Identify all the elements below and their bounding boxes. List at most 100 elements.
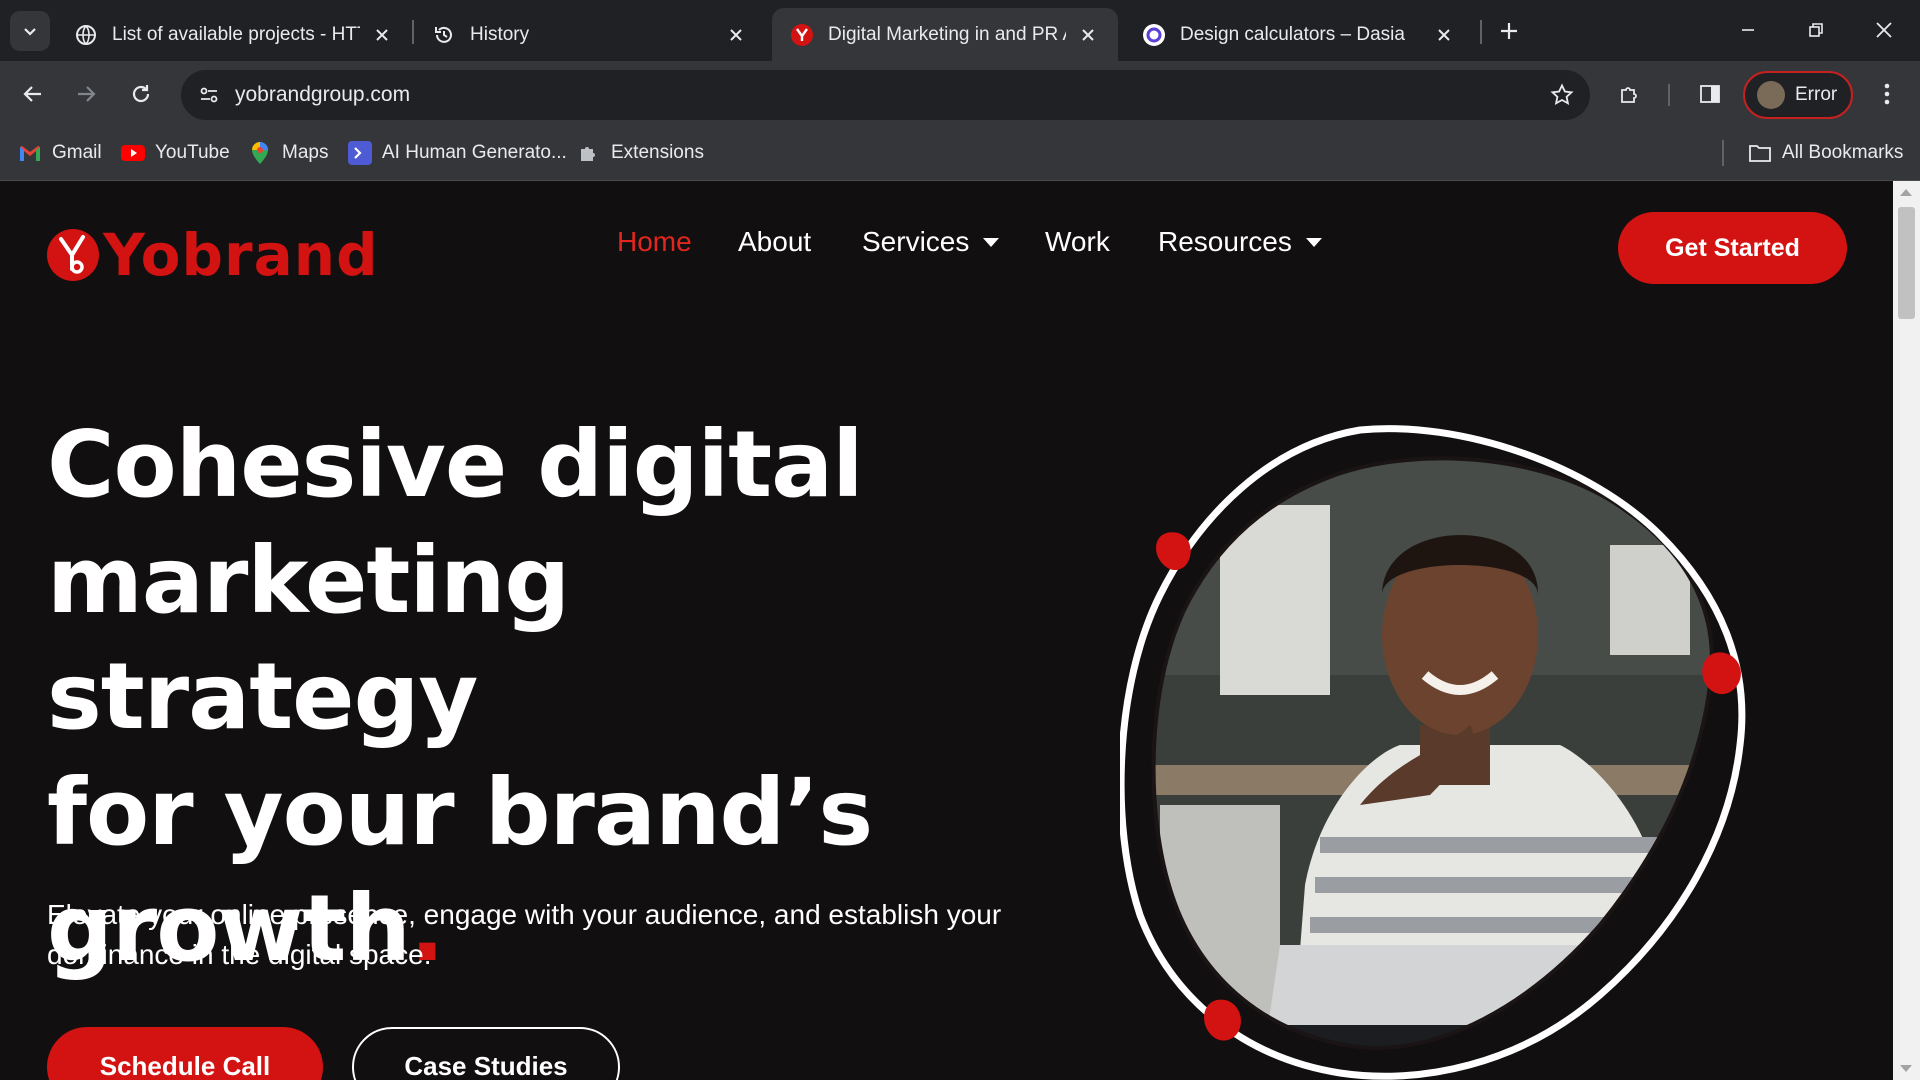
puzzle-icon xyxy=(1621,87,1637,103)
chevron-down-icon xyxy=(24,28,36,36)
nav-resources[interactable]: Resources xyxy=(1158,226,1322,258)
dasia-favicon xyxy=(1142,23,1166,47)
get-started-button[interactable]: Get Started xyxy=(1618,212,1847,284)
avatar xyxy=(1757,81,1785,109)
url-text[interactable]: yobrandgroup.com xyxy=(235,83,410,107)
ai-generator-icon xyxy=(348,141,372,165)
hero-subtitle-line: dominance in the digital space. xyxy=(47,939,432,970)
back-button[interactable] xyxy=(14,75,52,113)
nav-label: Home xyxy=(617,226,692,257)
nav-label: Services xyxy=(862,226,970,257)
bookmarks-bar: Gmail YouTube Maps AI Human Generato... … xyxy=(0,126,1920,181)
nav-label: Work xyxy=(1045,226,1110,257)
side-panel-button[interactable] xyxy=(1691,75,1729,113)
hero-subtitle-line: Elevate your online presence, engage wit… xyxy=(47,899,1002,930)
tab-yobrand[interactable]: Digital Marketing in and PR Age xyxy=(772,8,1118,61)
tab-history[interactable]: History xyxy=(414,8,766,61)
scroll-up-arrow-icon[interactable] xyxy=(1900,189,1912,196)
nav-about[interactable]: About xyxy=(738,226,811,258)
folder-icon xyxy=(1748,141,1772,165)
bookmark-maps[interactable]: Maps xyxy=(248,139,328,167)
restore-icon xyxy=(1809,23,1823,37)
scrollbar-thumb[interactable] xyxy=(1898,207,1915,319)
hero-title-line: for your brand’s xyxy=(47,759,873,866)
maps-icon xyxy=(248,141,272,165)
reload-button[interactable] xyxy=(122,75,160,113)
bookmark-label: YouTube xyxy=(155,142,230,163)
all-bookmarks-label: All Bookmarks xyxy=(1782,142,1904,163)
side-panel-icon xyxy=(1700,85,1720,103)
puzzle-icon xyxy=(577,141,601,165)
red-accent-dot xyxy=(1204,999,1241,1041)
close-icon xyxy=(1876,22,1892,38)
site-logo[interactable]: Yobrand xyxy=(47,221,379,289)
forward-button[interactable] xyxy=(67,75,105,113)
bookmark-gmail[interactable]: Gmail xyxy=(18,139,102,167)
hero-title-line: Cohesive digital xyxy=(47,411,864,518)
bookmark-label: AI Human Generato... xyxy=(382,142,567,163)
page-scrollbar[interactable] xyxy=(1893,181,1920,1080)
bookmark-label: Maps xyxy=(282,142,329,163)
scroll-down-arrow-icon[interactable] xyxy=(1900,1065,1912,1072)
logo-mark-icon xyxy=(47,229,99,281)
red-accent-dot xyxy=(1156,532,1191,571)
profile-button[interactable]: Error xyxy=(1743,71,1853,119)
globe-icon xyxy=(74,23,98,47)
site-info-icon[interactable] xyxy=(191,77,227,113)
toolbar-divider xyxy=(1668,84,1670,106)
photo-woman-with-laptop xyxy=(1153,458,1712,1048)
caret-down-icon xyxy=(983,237,1000,247)
reload-icon xyxy=(132,85,150,103)
tab-search-button[interactable] xyxy=(10,11,50,51)
bookmark-label: Extensions xyxy=(611,142,704,163)
address-bar[interactable]: yobrandgroup.com xyxy=(181,70,1590,120)
schedule-call-button[interactable]: Schedule Call xyxy=(47,1027,323,1080)
nav-label: Resources xyxy=(1158,226,1292,257)
bookmark-extensions[interactable]: Extensions xyxy=(577,139,704,167)
gmail-icon xyxy=(18,141,42,165)
bookmark-youtube[interactable]: YouTube xyxy=(121,139,230,167)
case-studies-button[interactable]: Case Studies xyxy=(352,1027,620,1080)
bookmarks-separator xyxy=(1722,140,1724,166)
tab-httrack[interactable]: List of available projects - HTTra xyxy=(56,8,412,61)
bookmark-star-icon[interactable] xyxy=(1548,81,1576,109)
tab-dasia[interactable]: Design calculators – Dasia xyxy=(1124,8,1474,61)
minimize-icon xyxy=(1742,29,1754,31)
nav-home[interactable]: Home xyxy=(617,226,692,258)
caret-down-icon xyxy=(1305,237,1322,247)
menu-button[interactable] xyxy=(1868,75,1906,113)
close-window-button[interactable] xyxy=(1864,12,1904,48)
tab-title: Digital Marketing in and PR Age xyxy=(828,23,1066,45)
hero-subtitle: Elevate your online presence, engage wit… xyxy=(47,895,1007,975)
extensions-button[interactable] xyxy=(1611,75,1649,113)
hero-image xyxy=(1120,425,1746,1080)
all-bookmarks-button[interactable]: All Bookmarks xyxy=(1748,139,1903,167)
close-tab-icon[interactable] xyxy=(370,23,394,47)
hero-title-line: marketing strategy xyxy=(47,527,570,750)
close-tab-icon[interactable] xyxy=(1076,23,1100,47)
nav-work[interactable]: Work xyxy=(1045,226,1110,258)
close-tab-icon[interactable] xyxy=(1432,23,1456,47)
profile-status-label: Error xyxy=(1795,84,1838,105)
tab-strip: List of available projects - HTTra Histo… xyxy=(0,0,1920,61)
tab-title: History xyxy=(470,23,530,45)
restore-button[interactable] xyxy=(1796,12,1836,48)
minimize-button[interactable] xyxy=(1728,12,1768,48)
logo-text: Yobrand xyxy=(103,221,379,289)
yobrand-favicon xyxy=(790,23,814,47)
close-tab-icon[interactable] xyxy=(724,23,748,47)
bookmark-ai-human-generator[interactable]: AI Human Generato... xyxy=(348,139,567,167)
youtube-icon xyxy=(121,141,145,165)
more-vert-icon xyxy=(1884,83,1890,105)
history-icon xyxy=(432,23,456,47)
arrow-right-icon xyxy=(78,86,96,102)
nav-services[interactable]: Services xyxy=(862,226,1000,258)
tab-title: List of available projects - HTTra xyxy=(112,23,360,45)
new-tab-button[interactable] xyxy=(1493,15,1525,47)
bookmark-label: Gmail xyxy=(52,142,102,163)
tab-title: Design calculators – Dasia xyxy=(1180,23,1405,45)
browser-toolbar: yobrandgroup.com Error xyxy=(0,61,1920,126)
nav-label: About xyxy=(738,226,812,257)
web-page: Yobrand Home About Services Work Resourc… xyxy=(0,181,1893,1080)
plus-icon xyxy=(1501,23,1517,39)
